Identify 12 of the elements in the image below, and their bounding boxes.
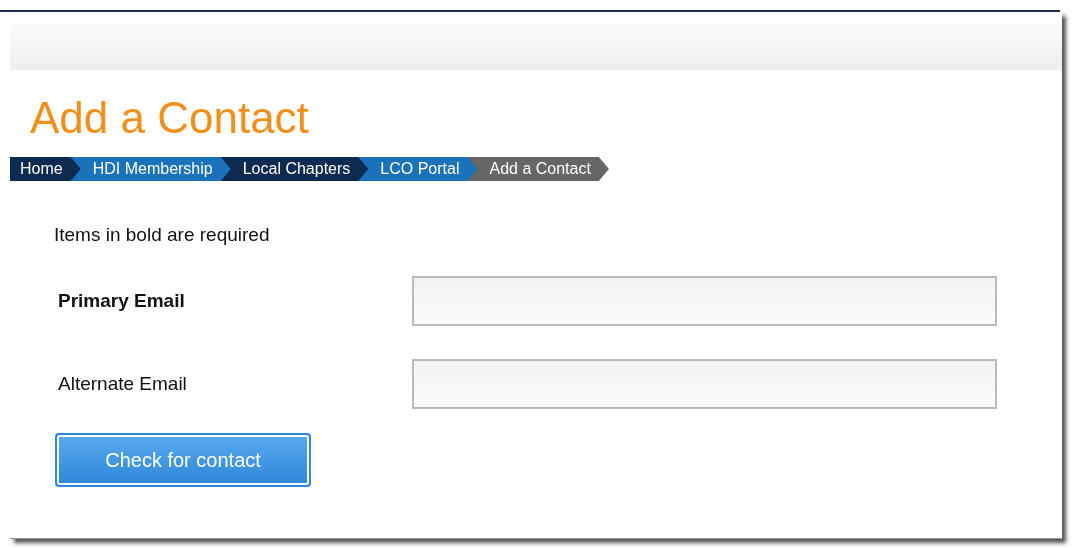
required-note: Items in bold are required [54,224,271,246]
check-contact-button[interactable]: Check for contact [55,433,311,487]
breadcrumb-item[interactable]: Home [10,157,81,181]
breadcrumb-item[interactable]: HDI Membership [70,157,231,181]
breadcrumb-item[interactable]: LCO Portal [358,157,478,181]
field-label: Alternate Email [58,373,188,395]
email-field[interactable] [412,276,997,326]
breadcrumb-item[interactable]: Add a Contact [467,157,609,181]
field-label: Primary Email [58,290,186,312]
breadcrumb-item[interactable]: Local Chapters [220,157,369,181]
page-title: Add a Contact [30,92,310,144]
email-field[interactable] [412,359,997,409]
